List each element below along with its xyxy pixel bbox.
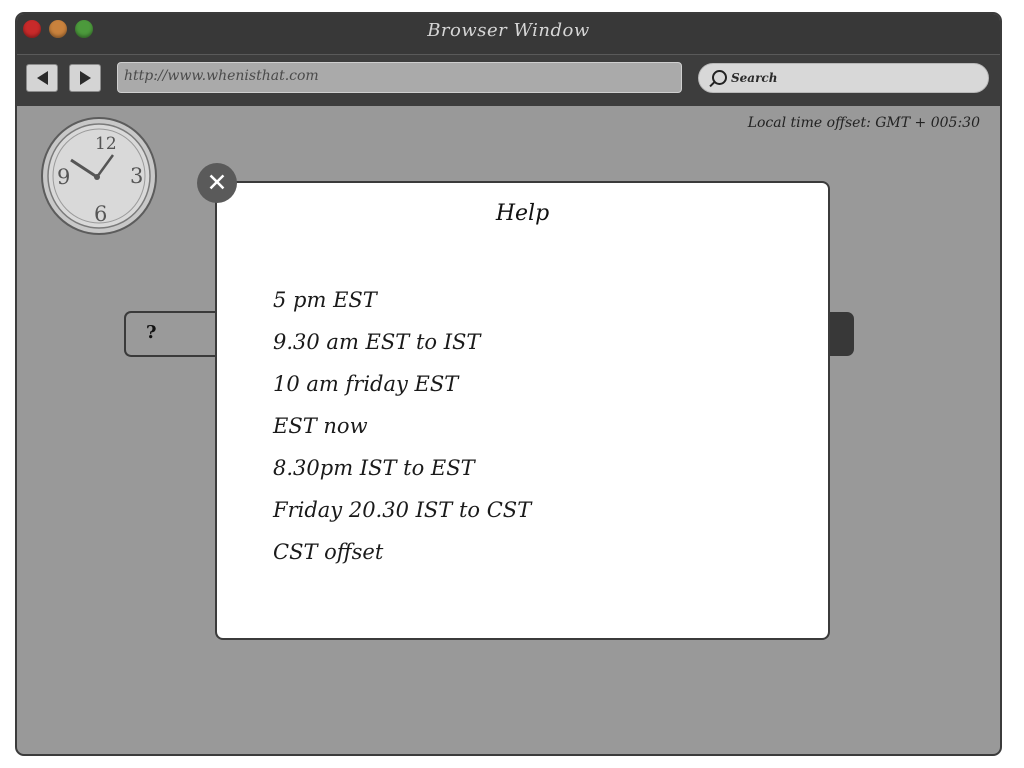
window-title: Browser Window [427, 20, 590, 41]
svg-text:9: 9 [57, 165, 70, 189]
address-bar[interactable]: http://www.whenisthat.com [117, 62, 682, 93]
forward-button[interactable] [69, 64, 101, 92]
svg-text:3: 3 [130, 164, 143, 188]
search-input[interactable]: Search [698, 63, 989, 93]
help-examples-list: 5 pm EST 9.30 am EST to IST 10 am friday… [273, 286, 531, 580]
close-dialog-button[interactable]: ✕ [197, 163, 237, 203]
local-time-offset: Local time offset: GMT + 005:30 [747, 115, 980, 131]
svg-text:12: 12 [95, 134, 117, 154]
help-example-item: EST now [273, 414, 368, 438]
help-example-item: Friday 20.30 IST to CST [273, 498, 532, 522]
close-icon: ✕ [206, 168, 228, 197]
clock-logo-icon: 12 3 6 9 [41, 117, 157, 235]
help-example-item: CST offset [273, 540, 384, 564]
search-icon [712, 70, 727, 85]
help-dialog-title: Help [495, 201, 550, 226]
help-example-item: 5 pm EST [273, 288, 377, 312]
help-example-item: 8.30pm IST to EST [273, 456, 475, 480]
help-example-item: 9.30 am EST to IST [273, 330, 481, 354]
title-bar: Browser Window [17, 14, 1000, 54]
back-button[interactable] [26, 64, 58, 92]
help-example-item: 10 am friday EST [273, 372, 459, 396]
help-dialog: Help 5 pm EST 9.30 am EST to IST 10 am f… [215, 181, 830, 640]
browser-toolbar: http://www.whenisthat.com Search [17, 54, 1000, 106]
search-label: Search [731, 71, 778, 85]
browser-window: Browser Window http://www.whenisthat.com… [15, 12, 1002, 756]
svg-text:6: 6 [94, 202, 107, 226]
back-arrow-icon [36, 71, 48, 85]
forward-arrow-icon [79, 71, 91, 85]
